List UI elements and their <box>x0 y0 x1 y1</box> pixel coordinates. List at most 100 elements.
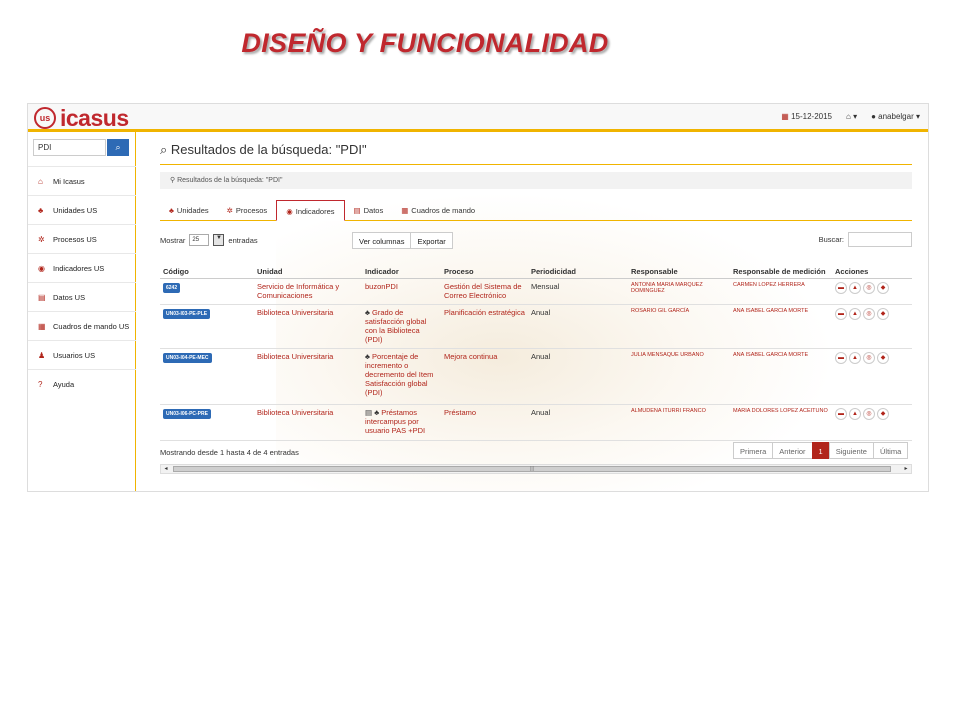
table-row: UN03-I03-PE-PLE Biblioteca Universitaria… <box>160 304 912 349</box>
sitemap-icon: ♣ <box>374 407 380 417</box>
user-icon: ● <box>871 112 876 121</box>
code-badge[interactable]: 6242 <box>163 282 181 293</box>
tab-indicadores[interactable]: ◉ Indicadores <box>276 200 345 221</box>
column-header-periodicidad[interactable]: Periodicidad <box>528 256 628 279</box>
folder-icon[interactable]: ▬ <box>835 307 847 320</box>
tab-datos[interactable]: ▤ Datos <box>345 200 393 221</box>
sidebar-search-input[interactable]: PDI <box>33 139 106 156</box>
map-marker-icon: ⚲ <box>170 177 176 184</box>
pagination-last[interactable]: Última <box>872 442 909 459</box>
code-badge[interactable]: UN03-I03-PE-PLE <box>163 308 211 319</box>
scroll-right-icon[interactable]: ▸ <box>901 465 911 473</box>
cell-code: UN03-I03-PE-PLE <box>160 304 254 349</box>
sidebar-item-label: Mi Icasus <box>53 177 85 186</box>
tag-icon[interactable]: ◆ <box>877 407 889 420</box>
page-length-select[interactable]: 25 <box>189 234 210 246</box>
cell-responsible[interactable]: ROSARIO GIL GARCÍA <box>628 304 730 349</box>
cell-measurement-responsible[interactable]: CARMEN LOPEZ HERRERA <box>730 278 832 305</box>
tag-icon[interactable]: ◆ <box>877 351 889 364</box>
sidebar-item-cuadros[interactable]: ▦ Cuadros de mando US <box>28 311 136 340</box>
cell-unit[interactable]: Biblioteca Universitaria <box>254 348 362 405</box>
column-header-indicador[interactable]: Indicador <box>362 256 441 279</box>
tag-icon[interactable]: ◆ <box>877 307 889 320</box>
tab-procesos[interactable]: ✲ Procesos <box>218 200 277 221</box>
table-button-group: Ver columnas Exportar <box>352 232 453 249</box>
scrollbar-thumb[interactable]: ||| <box>173 466 891 472</box>
search-button[interactable]: ⌕ <box>107 139 129 156</box>
pagination-first[interactable]: Primera <box>733 442 774 459</box>
breadcrumb-text: Resultados de la búsqueda: "PDI" <box>177 177 283 184</box>
code-badge[interactable]: UN03-I06-PC-PRE <box>163 408 211 419</box>
dashboard-icon: ◉ <box>286 207 293 216</box>
cell-process[interactable]: Gestión del Sistema de Correo Electrónic… <box>441 278 528 305</box>
cell-responsible[interactable]: ANTONIA MARIA MARQUEZ DOMINGUEZ <box>628 278 730 305</box>
user-menu[interactable]: ● anabelgar ▾ <box>871 112 920 121</box>
horizontal-scrollbar[interactable]: ◂ ||| ▸ <box>160 464 912 474</box>
pagination-next[interactable]: Siguiente <box>828 442 874 459</box>
sidebar-item-datos[interactable]: ▤ Datos US <box>28 282 136 311</box>
chart-icon[interactable]: ▲ <box>849 307 861 320</box>
grid-icon: ▦ <box>401 206 409 215</box>
cell-indicator[interactable]: ♣ Grado de satisfacción global con la Bi… <box>362 304 441 349</box>
cell-measurement-responsible[interactable]: ANA ISABEL GARCIA MORTE <box>730 304 832 349</box>
cell-period: Mensual <box>528 278 628 305</box>
column-header-proceso[interactable]: Proceso <box>441 256 528 279</box>
column-header-responsable-medicion[interactable]: Responsable de medición <box>730 256 832 279</box>
tab-unidades[interactable]: ♣ Unidades <box>160 200 218 221</box>
sidebar-item-unidades[interactable]: ♣ Unidades US <box>28 195 136 224</box>
cell-indicator[interactable]: buzonPDI <box>362 278 441 305</box>
columns-button[interactable]: Ver columnas <box>352 232 412 249</box>
folder-icon[interactable]: ▬ <box>835 407 847 420</box>
cell-responsible[interactable]: ALMUDENA ITURRI FRANCO <box>628 404 730 441</box>
column-header-unidad[interactable]: Unidad <box>254 256 362 279</box>
pagination-page-1[interactable]: 1 <box>811 442 830 459</box>
folder-icon[interactable]: ▬ <box>835 351 847 364</box>
cell-responsible[interactable]: JULIA MENSAQUE URBANO <box>628 348 730 405</box>
cell-indicator[interactable]: ♣ Porcentaje de incremento o decremento … <box>362 348 441 405</box>
cell-measurement-responsible[interactable]: ANA ISABEL GARCIA MORTE <box>730 348 832 405</box>
cell-measurement-responsible[interactable]: MARIA DOLORES LOPEZ ACEITUNO <box>730 404 832 441</box>
column-header-codigo[interactable]: Código <box>160 256 254 279</box>
cell-process[interactable]: Préstamo <box>441 404 528 441</box>
cell-process[interactable]: Mejora continua <box>441 348 528 405</box>
scroll-left-icon[interactable]: ◂ <box>161 465 171 473</box>
chart-icon[interactable]: ▲ <box>849 281 861 294</box>
chevron-down-icon[interactable]: ▼ <box>213 234 225 246</box>
chart-icon[interactable]: ▲ <box>849 407 861 420</box>
date-value: 15-12-2015 <box>791 112 832 121</box>
cell-unit[interactable]: Biblioteca Universitaria <box>254 304 362 349</box>
home-menu[interactable]: ⌂ ▾ <box>846 112 857 121</box>
cell-unit[interactable]: Servicio de Informática y Comunicaciones <box>254 278 362 305</box>
target-icon[interactable]: ◎ <box>863 351 875 364</box>
table-search-input[interactable] <box>848 232 912 247</box>
caret-down-icon: ▾ <box>853 112 858 121</box>
app-brand[interactable]: icasus <box>60 105 129 132</box>
column-header-responsable[interactable]: Responsable <box>628 256 730 279</box>
tab-label: Unidades <box>176 206 209 215</box>
tab-cuadros-de-mando[interactable]: ▦ Cuadros de mando <box>392 200 484 221</box>
cell-period: Anual <box>528 304 628 349</box>
export-button[interactable]: Exportar <box>410 232 453 249</box>
cell-unit[interactable]: Biblioteca Universitaria <box>254 404 362 441</box>
target-icon[interactable]: ◎ <box>863 281 875 294</box>
pagination-previous[interactable]: Anterior <box>772 442 813 459</box>
tag-icon[interactable]: ◆ <box>877 281 889 294</box>
sidebar-item-usuarios[interactable]: ♟ Usuarios US <box>28 340 136 369</box>
code-badge[interactable]: UN03-I04-PE-MEC <box>163 352 212 363</box>
sidebar: PDI ⌕ ⌂ Mi Icasus ♣ Unidades US ✲ Procesos … <box>28 132 136 491</box>
sidebar-item-ayuda[interactable]: ? Ayuda <box>28 369 136 398</box>
target-icon[interactable]: ◎ <box>863 307 875 320</box>
sidebar-item-mi-icasus[interactable]: ⌂ Mi Icasus <box>28 166 136 195</box>
sidebar-item-indicadores[interactable]: ◉ Indicadores US <box>28 253 136 282</box>
date-display[interactable]: ▦ 15-12-2015 <box>781 112 832 121</box>
main-content: ⌕ Resultados de la búsqueda: "PDI" ⚲ Res… <box>136 132 928 491</box>
chart-icon[interactable]: ▲ <box>849 351 861 364</box>
cell-indicator[interactable]: ▤ ♣ Préstamos intercampus por usuario PA… <box>362 404 441 441</box>
target-icon[interactable]: ◎ <box>863 407 875 420</box>
users-icon: ♟ <box>38 351 46 360</box>
cell-process[interactable]: Planificación estratégica <box>441 304 528 349</box>
folder-icon[interactable]: ▬ <box>835 281 847 294</box>
tab-label: Procesos <box>235 206 268 215</box>
sidebar-item-procesos[interactable]: ✲ Procesos US <box>28 224 136 253</box>
top-navbar: us icasus ▦ 15-12-2015 ⌂ ▾ ● anabelgar ▾ <box>28 104 928 132</box>
